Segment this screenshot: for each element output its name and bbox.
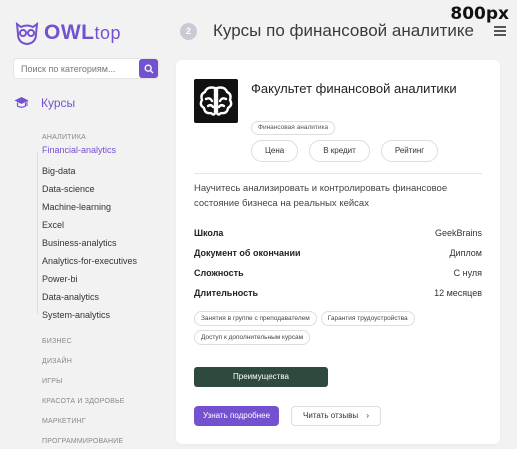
logo-text: OWLtop bbox=[44, 21, 121, 45]
advantages-button[interactable]: Преимущества bbox=[194, 367, 328, 387]
sidebar-item-power-bi[interactable]: Power-bi bbox=[42, 270, 167, 288]
search-icon bbox=[144, 64, 153, 73]
sidebar-group-label: Аналитика bbox=[42, 134, 87, 141]
logo-owl-text: OWL bbox=[44, 21, 95, 44]
property-row: Длительность 12 месяцев bbox=[194, 283, 482, 303]
brain-icon bbox=[199, 86, 233, 116]
page-title: Курсы по финансовой аналитике bbox=[213, 21, 474, 40]
count-badge: 2 bbox=[180, 22, 197, 40]
sidebar-item-machine-learning[interactable]: Machine-learning bbox=[42, 198, 167, 216]
learn-more-button[interactable]: Узнать подробнее bbox=[194, 406, 279, 426]
sidebar-divider bbox=[37, 152, 38, 314]
property-row: Школа GeekBrains bbox=[194, 223, 482, 243]
menu-icon[interactable] bbox=[494, 26, 506, 38]
feature-tag: Доступ к дополнительным курсам bbox=[194, 330, 311, 345]
credit-pill[interactable]: В кредит bbox=[309, 140, 370, 162]
course-feature-tags: Занятия в группе с преподавателем Гарант… bbox=[194, 311, 484, 349]
search-input[interactable] bbox=[14, 63, 139, 74]
property-row: Документ об окончании Диплом bbox=[194, 243, 482, 263]
logo-top-text: top bbox=[94, 23, 122, 43]
sidebar: OWLtop Курсы Аналитика Financial-analyti… bbox=[0, 0, 170, 449]
property-value: Диплом bbox=[449, 248, 482, 258]
read-reviews-label: Читать отзывы bbox=[303, 411, 359, 420]
sidebar-item-analytics-for-executives[interactable]: Analytics-for-executives bbox=[42, 252, 167, 270]
sidebar-item-financial-analytics[interactable]: Financial-analytics bbox=[42, 144, 167, 156]
rating-pill[interactable]: Рейтинг bbox=[380, 140, 439, 162]
sidebar-item-excel[interactable]: Excel bbox=[42, 216, 167, 234]
property-key: Длительность bbox=[194, 288, 259, 298]
property-row: Сложность С нуля bbox=[194, 263, 482, 283]
property-key: Школа bbox=[194, 228, 224, 238]
course-properties: Школа GeekBrains Документ об окончании Д… bbox=[194, 223, 482, 303]
viewport-width-label: 800px bbox=[450, 4, 509, 24]
sidebar-category-beauty[interactable]: Красота и здоровье bbox=[42, 392, 167, 412]
sidebar-courses-label: Курсы bbox=[41, 96, 76, 110]
course-title: Факультет финансовой аналитики bbox=[251, 81, 457, 96]
property-key: Сложность bbox=[194, 268, 244, 278]
sidebar-item-big-data[interactable]: Big-data bbox=[42, 162, 167, 180]
sidebar-category-business[interactable]: Бизнес bbox=[42, 332, 167, 352]
course-description: Научитесь анализировать и контролировать… bbox=[194, 183, 448, 209]
price-pill[interactable]: Цена bbox=[251, 140, 299, 162]
course-card: Факультет финансовой аналитики Финансова… bbox=[176, 60, 500, 444]
chevron-right-icon: › bbox=[366, 411, 369, 420]
sidebar-item-data-analytics[interactable]: Data-analytics bbox=[42, 288, 167, 306]
property-value: GeekBrains bbox=[434, 228, 482, 238]
sidebar-item-data-science[interactable]: Data-science bbox=[42, 180, 167, 198]
sidebar-item-system-analytics[interactable]: System-analytics bbox=[42, 306, 167, 324]
sidebar-category-games[interactable]: Игры bbox=[42, 372, 167, 392]
logo[interactable]: OWLtop bbox=[14, 20, 121, 46]
sidebar-category-programming[interactable]: Программирование bbox=[42, 432, 167, 449]
feature-tag: Гарантия трудоустройства bbox=[320, 311, 415, 326]
sidebar-category-design[interactable]: Дизайн bbox=[42, 352, 167, 372]
feature-tag: Занятия в группе с преподавателем bbox=[194, 311, 317, 326]
course-logo bbox=[194, 79, 238, 123]
search-box bbox=[14, 59, 158, 78]
owl-logo-icon bbox=[15, 21, 39, 46]
card-divider bbox=[194, 173, 482, 174]
search-button[interactable] bbox=[139, 59, 158, 78]
sidebar-item-business-analytics[interactable]: Business-analytics bbox=[42, 234, 167, 252]
course-info-pills: Цена В кредит Рейтинг bbox=[251, 140, 449, 162]
course-category-tag: Финансовая аналитика bbox=[251, 121, 336, 135]
sidebar-category-marketing[interactable]: Маркетинг bbox=[42, 412, 167, 432]
graduation-cap-icon bbox=[14, 97, 29, 108]
property-value: 12 месяцев bbox=[434, 288, 482, 298]
read-reviews-button[interactable]: Читать отзывы › bbox=[291, 406, 381, 426]
property-value: С нуля bbox=[453, 268, 482, 278]
property-key: Документ об окончании bbox=[194, 248, 301, 258]
sidebar-courses[interactable]: Курсы bbox=[14, 96, 75, 110]
sidebar-nav: Аналитика Financial-analytics Big-data D… bbox=[42, 134, 167, 449]
